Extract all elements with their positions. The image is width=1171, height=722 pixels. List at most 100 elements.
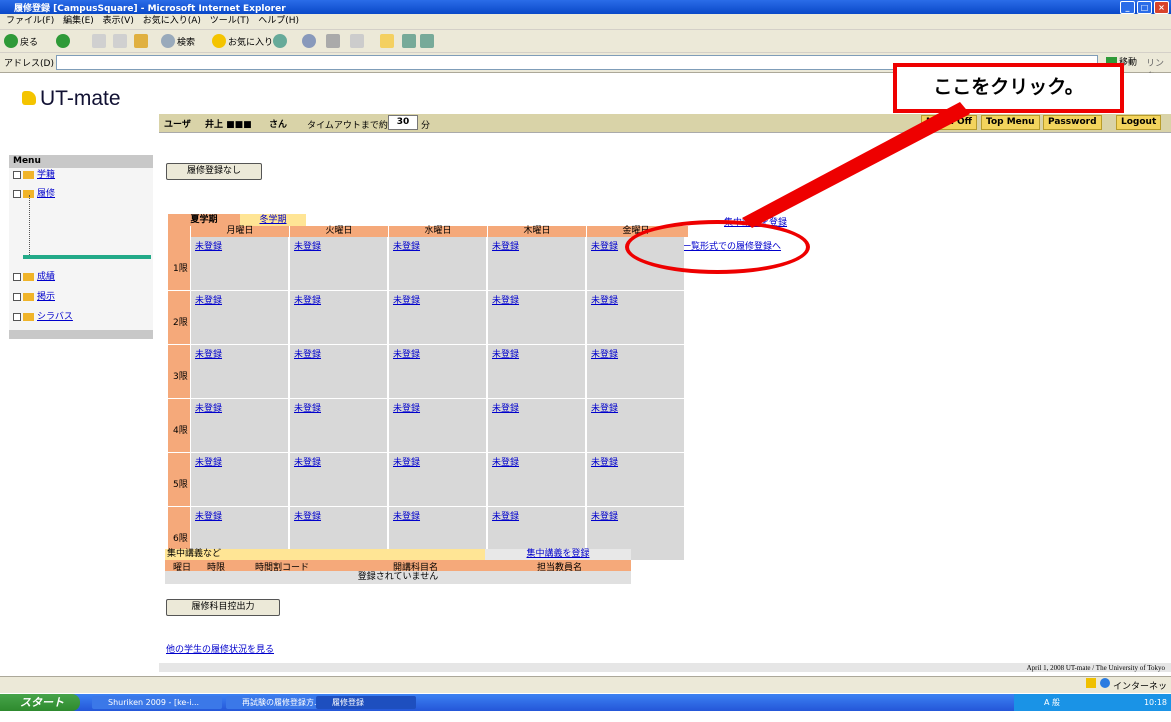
period-label: 5限 bbox=[168, 453, 190, 506]
unregistered-link[interactable]: 未登録 bbox=[492, 293, 519, 306]
tree-selected-marker bbox=[23, 255, 151, 259]
unregistered-link[interactable]: 未登録 bbox=[294, 455, 321, 468]
unregistered-link[interactable]: 未登録 bbox=[393, 401, 420, 414]
timetable-cell: 未登録 bbox=[586, 453, 684, 507]
unregistered-link[interactable]: 未登録 bbox=[492, 509, 519, 522]
refresh-icon[interactable] bbox=[113, 34, 127, 48]
mail-icon[interactable] bbox=[302, 34, 316, 48]
maximize-button[interactable]: □ bbox=[1137, 1, 1152, 14]
unregistered-link[interactable]: 未登録 bbox=[195, 455, 222, 468]
top-menu-button[interactable]: Top Menu bbox=[981, 115, 1040, 130]
unregistered-link[interactable]: 未登録 bbox=[393, 347, 420, 360]
unregistered-link[interactable]: 未登録 bbox=[591, 455, 618, 468]
expand-icon[interactable] bbox=[13, 272, 21, 281]
timetable-cell: 未登録 bbox=[190, 237, 288, 291]
home-icon[interactable] bbox=[134, 34, 148, 48]
unregistered-link[interactable]: 未登録 bbox=[591, 509, 618, 522]
internet-zone-icon bbox=[1100, 678, 1110, 688]
unregistered-link[interactable]: 未登録 bbox=[393, 239, 420, 252]
unregistered-link[interactable]: 未登録 bbox=[294, 239, 321, 252]
export-button[interactable]: 履修科目控出力 bbox=[166, 599, 280, 616]
expand-icon[interactable] bbox=[13, 312, 21, 321]
unregistered-link[interactable]: 未登録 bbox=[492, 401, 519, 414]
unregistered-link[interactable]: 未登録 bbox=[492, 455, 519, 468]
period-label: 4限 bbox=[168, 399, 190, 452]
unregistered-link[interactable]: 未登録 bbox=[591, 347, 618, 360]
timetable-cell: 未登録 bbox=[487, 345, 585, 399]
unregistered-link[interactable]: 未登録 bbox=[294, 401, 321, 414]
password-button[interactable]: Password bbox=[1043, 115, 1102, 130]
menu-help[interactable]: ヘルプ(H) bbox=[258, 16, 299, 26]
unregistered-link[interactable]: 未登録 bbox=[393, 455, 420, 468]
annotation-ellipse bbox=[625, 220, 810, 274]
menubar: ファイル(F) 編集(E) 表示(V) お気に入り(A) ツール(T) ヘルプ(… bbox=[0, 14, 1171, 30]
taskbar-item[interactable]: Shuriken 2009 - [ke-i... bbox=[92, 696, 222, 709]
unregistered-link[interactable]: 未登録 bbox=[195, 401, 222, 414]
sidebar-item-course-registration[interactable]: 履修 bbox=[13, 188, 55, 201]
unregistered-link[interactable]: 未登録 bbox=[591, 293, 618, 306]
sidebar-footer bbox=[9, 330, 153, 339]
search-label[interactable]: 検索 bbox=[177, 35, 195, 48]
footer-bar bbox=[159, 663, 1171, 672]
history-icon[interactable] bbox=[273, 34, 287, 48]
expand-icon[interactable] bbox=[13, 292, 21, 301]
taskbar-item-active[interactable]: 履修登録 [CampusSq... bbox=[316, 696, 416, 720]
edit-icon[interactable] bbox=[350, 34, 364, 48]
folder-icon[interactable] bbox=[380, 34, 394, 48]
sidebar-item-academic-record[interactable]: 学籍 bbox=[13, 169, 55, 182]
unregistered-link[interactable]: 未登録 bbox=[195, 347, 222, 360]
unregistered-link[interactable]: 未登録 bbox=[294, 509, 321, 522]
timetable-cell: 未登録 bbox=[289, 345, 387, 399]
ime-indicator[interactable]: A 般 bbox=[1044, 698, 1060, 707]
no-registration-button[interactable]: 履修登録なし bbox=[166, 163, 262, 180]
unregistered-link[interactable]: 未登録 bbox=[195, 239, 222, 252]
favorites-label[interactable]: お気に入り bbox=[228, 35, 273, 48]
tab-summer[interactable]: 夏学期 bbox=[168, 214, 240, 226]
menu-edit[interactable]: 編集(E) bbox=[63, 16, 94, 26]
start-button[interactable]: スタート bbox=[0, 694, 80, 711]
messenger-icon[interactable] bbox=[402, 34, 416, 48]
tab-winter[interactable]: 冬学期 bbox=[240, 214, 306, 226]
stop-icon[interactable] bbox=[92, 34, 106, 48]
unregistered-link[interactable]: 未登録 bbox=[492, 239, 519, 252]
expand-icon[interactable] bbox=[13, 170, 21, 179]
unregistered-link[interactable]: 未登録 bbox=[591, 239, 618, 252]
clock: 10:18 bbox=[1143, 698, 1167, 707]
minimize-button[interactable]: _ bbox=[1120, 1, 1135, 14]
menu-tools[interactable]: ツール(T) bbox=[210, 16, 250, 26]
back-icon[interactable] bbox=[4, 34, 18, 48]
folder-icon bbox=[23, 312, 34, 321]
unregistered-link[interactable]: 未登録 bbox=[492, 347, 519, 360]
menu-file[interactable]: ファイル(F) bbox=[6, 16, 54, 26]
unregistered-link[interactable]: 未登録 bbox=[294, 293, 321, 306]
period-label: 1限 bbox=[168, 237, 190, 290]
sidebar-item-grades[interactable]: 成績 bbox=[13, 271, 55, 284]
lock-icon bbox=[1086, 678, 1096, 688]
back-label[interactable]: 戻る bbox=[20, 35, 38, 48]
menu-favorites[interactable]: お気に入り(A) bbox=[143, 16, 201, 26]
search-icon[interactable] bbox=[161, 34, 175, 48]
unregistered-link[interactable]: 未登録 bbox=[195, 509, 222, 522]
favorites-star-icon[interactable] bbox=[212, 34, 226, 48]
research-icon[interactable] bbox=[420, 34, 434, 48]
other-students-link[interactable]: 他の学生の履修状況を見る bbox=[166, 642, 274, 655]
sidebar-item-syllabus[interactable]: シラバス bbox=[13, 311, 73, 324]
timeout-label: タイムアウトまで約 bbox=[307, 121, 388, 131]
forward-icon[interactable] bbox=[56, 34, 70, 48]
period-text: 4限 bbox=[173, 426, 188, 436]
unregistered-link[interactable]: 未登録 bbox=[393, 293, 420, 306]
collapse-icon[interactable] bbox=[13, 189, 21, 198]
period-label: 3限 bbox=[168, 345, 190, 398]
unregistered-link[interactable]: 未登録 bbox=[294, 347, 321, 360]
unregistered-link[interactable]: 未登録 bbox=[591, 401, 618, 414]
user-name: 井上 ■■■ bbox=[205, 120, 252, 130]
logout-button[interactable]: Logout bbox=[1116, 115, 1162, 130]
intensive-register-link[interactable]: 集中講義を登録 bbox=[526, 549, 589, 559]
period-text: 3限 bbox=[173, 372, 188, 382]
print-icon[interactable] bbox=[326, 34, 340, 48]
menu-view[interactable]: 表示(V) bbox=[103, 16, 134, 26]
close-button[interactable]: × bbox=[1154, 1, 1169, 14]
unregistered-link[interactable]: 未登録 bbox=[195, 293, 222, 306]
unregistered-link[interactable]: 未登録 bbox=[393, 509, 420, 522]
sidebar-item-notices[interactable]: 掲示 bbox=[13, 291, 55, 304]
